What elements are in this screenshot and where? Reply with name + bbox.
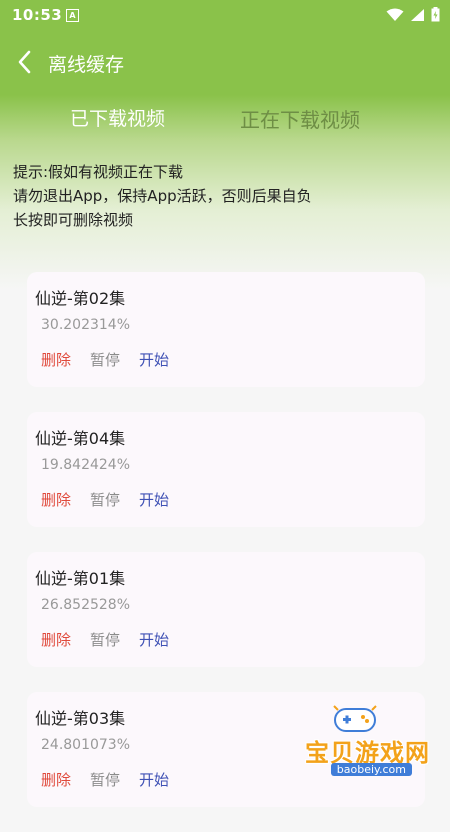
video-title: 仙逆-第03集	[35, 709, 126, 728]
download-progress: 30.202314%	[41, 317, 131, 333]
list-item[interactable]: 仙逆-第01集 26.852528% 删除 暂停 开始	[27, 552, 425, 667]
pause-button[interactable]: 暂停	[90, 769, 120, 790]
item-actions: 删除 暂停 开始	[41, 349, 188, 370]
list-item[interactable]: 仙逆-第04集 19.842424% 删除 暂停 开始	[27, 412, 425, 527]
start-button[interactable]: 开始	[139, 769, 169, 790]
download-progress: 24.801073%	[41, 737, 131, 753]
notification-icon: A	[66, 9, 79, 22]
video-title: 仙逆-第04集	[35, 429, 126, 448]
chevron-left-icon	[18, 50, 31, 74]
notice-line-3: 长按即可删除视频	[13, 211, 134, 229]
video-title: 仙逆-第01集	[35, 569, 126, 588]
watermark-url: baobeiy.com	[330, 763, 412, 776]
battery-icon	[431, 7, 440, 22]
item-actions: 删除 暂停 开始	[41, 769, 188, 790]
tab-bar: 已下载视频 正在下载视频	[0, 96, 450, 146]
download-progress: 26.852528%	[41, 597, 131, 613]
tab-downloading[interactable]: 正在下载视频	[240, 104, 360, 133]
status-icons	[386, 7, 440, 22]
item-actions: 删除 暂停 开始	[41, 629, 188, 650]
status-time: 10:53	[12, 6, 63, 24]
back-button[interactable]	[14, 48, 38, 76]
delete-button[interactable]: 删除	[41, 769, 71, 790]
notice-line-2: 请勿退出App，保持App活跃，否则后果自负	[13, 187, 312, 205]
video-title: 仙逆-第02集	[35, 289, 126, 308]
gamepad-icon	[333, 705, 377, 732]
delete-button[interactable]: 删除	[41, 629, 71, 650]
item-actions: 删除 暂停 开始	[41, 489, 188, 510]
app-header: 离线缓存	[0, 30, 450, 94]
list-item[interactable]: 仙逆-第02集 30.202314% 删除 暂停 开始	[27, 272, 425, 387]
start-button[interactable]: 开始	[139, 349, 169, 370]
pause-button[interactable]: 暂停	[90, 629, 120, 650]
notice-text: 提示:假如有视频正在下载 请勿退出App，保持App活跃，否则后果自负 长按即可…	[13, 160, 312, 232]
download-progress: 19.842424%	[41, 457, 131, 473]
page-title: 离线缓存	[48, 54, 125, 76]
start-button[interactable]: 开始	[139, 629, 169, 650]
start-button[interactable]: 开始	[139, 489, 169, 510]
site-watermark: 宝贝游戏网 baobeiy.com	[270, 703, 430, 788]
delete-button[interactable]: 删除	[41, 349, 71, 370]
wifi-icon	[386, 8, 404, 21]
tab-downloaded[interactable]: 已下载视频	[70, 104, 165, 131]
status-bar: 10:53 A	[0, 0, 450, 30]
delete-button[interactable]: 删除	[41, 489, 71, 510]
pause-button[interactable]: 暂停	[90, 349, 120, 370]
pause-button[interactable]: 暂停	[90, 489, 120, 510]
signal-icon	[411, 8, 424, 21]
notice-line-1: 提示:假如有视频正在下载	[13, 163, 184, 181]
